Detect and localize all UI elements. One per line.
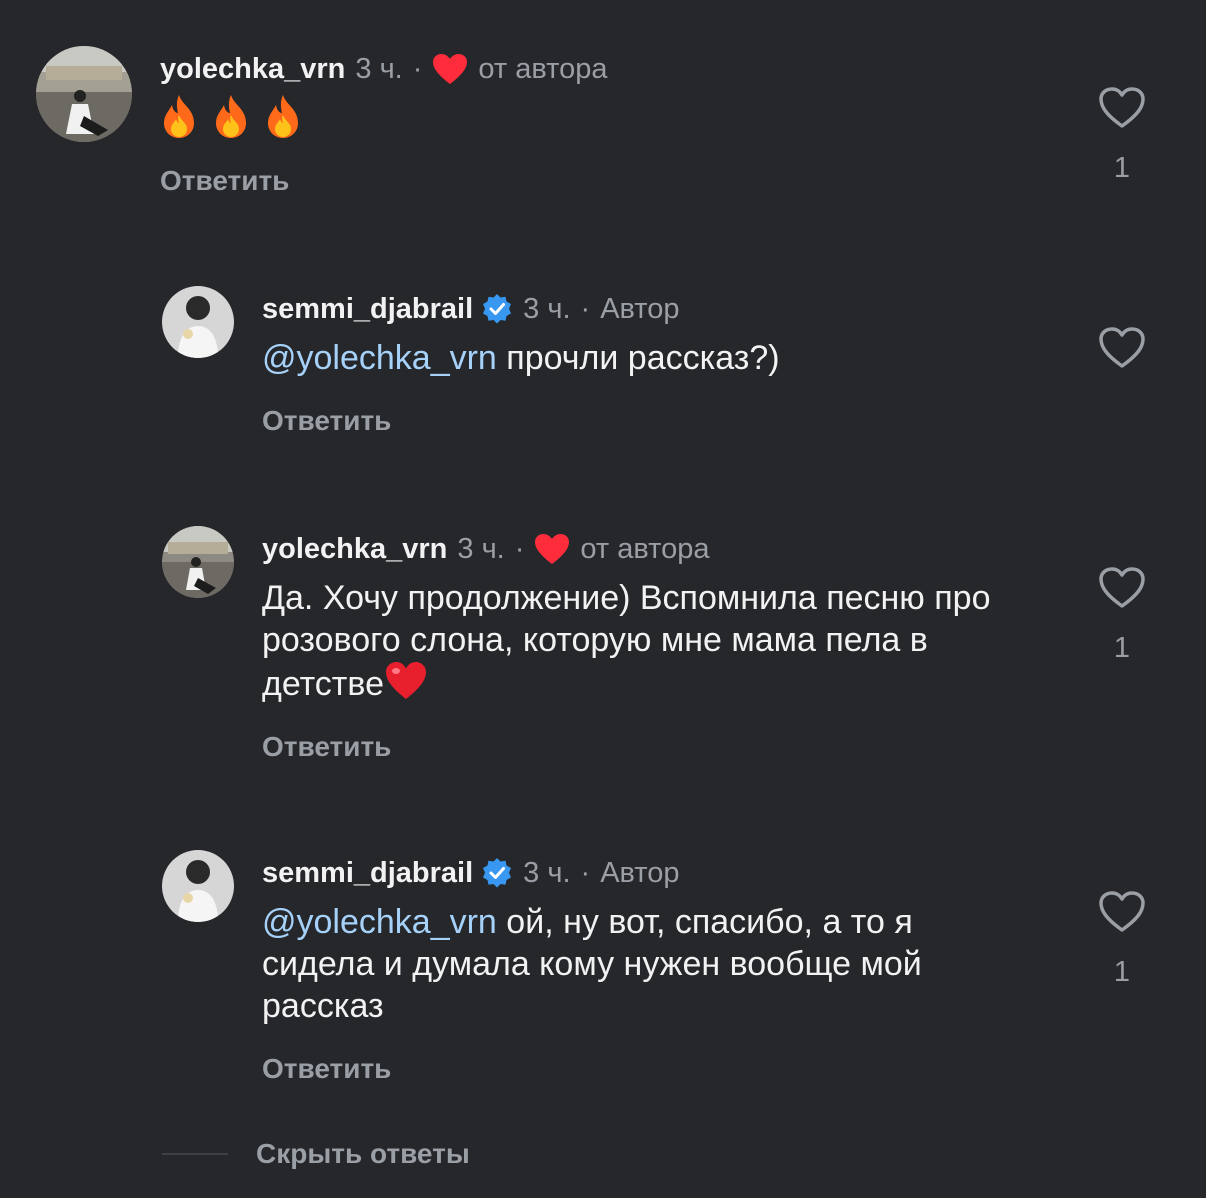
like-column: 1 [1096,86,1148,186]
fire-emoji-icon [268,95,298,138]
like-column: 1 [1096,566,1148,666]
hide-replies-button[interactable]: Скрыть ответы [256,1138,470,1170]
username[interactable]: yolechka_vrn [262,531,447,567]
avatar-photo [162,850,234,922]
hide-replies-row: Скрыть ответы [162,1138,470,1170]
avatar[interactable] [162,526,234,598]
verified-badge-icon [483,294,512,324]
separator-dot: · [412,53,423,85]
comment-body: yolechka_vrn 3 ч. · от автора Да. Хочу п… [262,531,1032,763]
author-label: Автор [600,857,680,889]
separator-dot: · [514,533,525,565]
heart-outline-icon[interactable] [1098,890,1146,934]
liked-by-author-label: от автора [580,533,710,565]
fire-emoji-icon [216,95,246,138]
username[interactable]: semmi_djabrail [262,291,473,327]
comment-meta: yolechka_vrn 3 ч. · от автора [160,51,608,87]
comment-meta: semmi_djabrail 3 ч. · Автор [262,855,1032,891]
heart-outline-icon[interactable] [1098,326,1146,370]
comment-meta: yolechka_vrn 3 ч. · от автора [262,531,1032,567]
username[interactable]: yolechka_vrn [160,51,345,87]
fire-emoji-icon [164,95,194,138]
comment-text: @yolechka_vrn ой, ну вот, спасибо, а то … [262,901,1032,1027]
reply-button[interactable]: Ответить [262,731,1032,763]
avatar[interactable] [162,286,234,358]
timestamp: 3 ч. [355,53,403,85]
divider-line [162,1153,228,1155]
separator-dot: · [580,293,591,325]
separator-dot: · [580,857,591,889]
timestamp: 3 ч. [457,533,505,565]
heart-outline-icon[interactable] [1098,86,1146,130]
like-count [1096,392,1148,426]
author-label: Автор [600,293,680,325]
liked-by-author-label: от автора [478,53,608,85]
username[interactable]: semmi_djabrail [262,855,473,891]
comment-meta: semmi_djabrail 3 ч. · Автор [262,291,1032,327]
reply-button[interactable]: Ответить [262,1053,1032,1085]
red-heart-icon [535,534,570,564]
reply-button[interactable]: Ответить [160,165,608,197]
red-heart-icon [433,54,468,84]
red-heart-emoji-icon [385,662,426,699]
like-count: 1 [1113,632,1131,664]
comment-text [160,93,608,139]
comment-text: Да. Хочу продолжение) Вспомнила песню пр… [262,577,1032,705]
comment-body: semmi_djabrail 3 ч. · Автор @yolechka_vr… [262,291,1032,437]
heart-outline-icon[interactable] [1098,566,1146,610]
like-count: 1 [1113,152,1131,184]
comment-body: semmi_djabrail 3 ч. · Автор @yolechka_vr… [262,855,1032,1085]
avatar[interactable] [162,850,234,922]
avatar-photo [162,286,234,358]
reply-button[interactable]: Ответить [262,405,1032,437]
mention-link[interactable]: @yolechka_vrn [262,903,497,941]
verified-badge-icon [483,858,512,888]
comment-text-body: Да. Хочу продолжение) Вспомнила песню пр… [262,579,991,703]
like-count: 1 [1113,956,1131,988]
comment-body: yolechka_vrn 3 ч. · от автора Ответить [160,51,608,197]
avatar-photo [36,46,132,142]
comments-thread: yolechka_vrn 3 ч. · от автора Ответить 1… [0,0,1206,1198]
timestamp: 3 ч. [523,857,571,889]
avatar[interactable] [36,46,132,142]
comment-text-body: прочли рассказ?) [496,339,780,377]
comment-text: @yolechka_vrn прочли рассказ?) [262,337,1032,379]
mention-link[interactable]: @yolechka_vrn [262,339,497,377]
avatar-photo [162,526,234,598]
like-column [1096,326,1148,426]
like-column: 1 [1096,890,1148,990]
timestamp: 3 ч. [523,293,571,325]
